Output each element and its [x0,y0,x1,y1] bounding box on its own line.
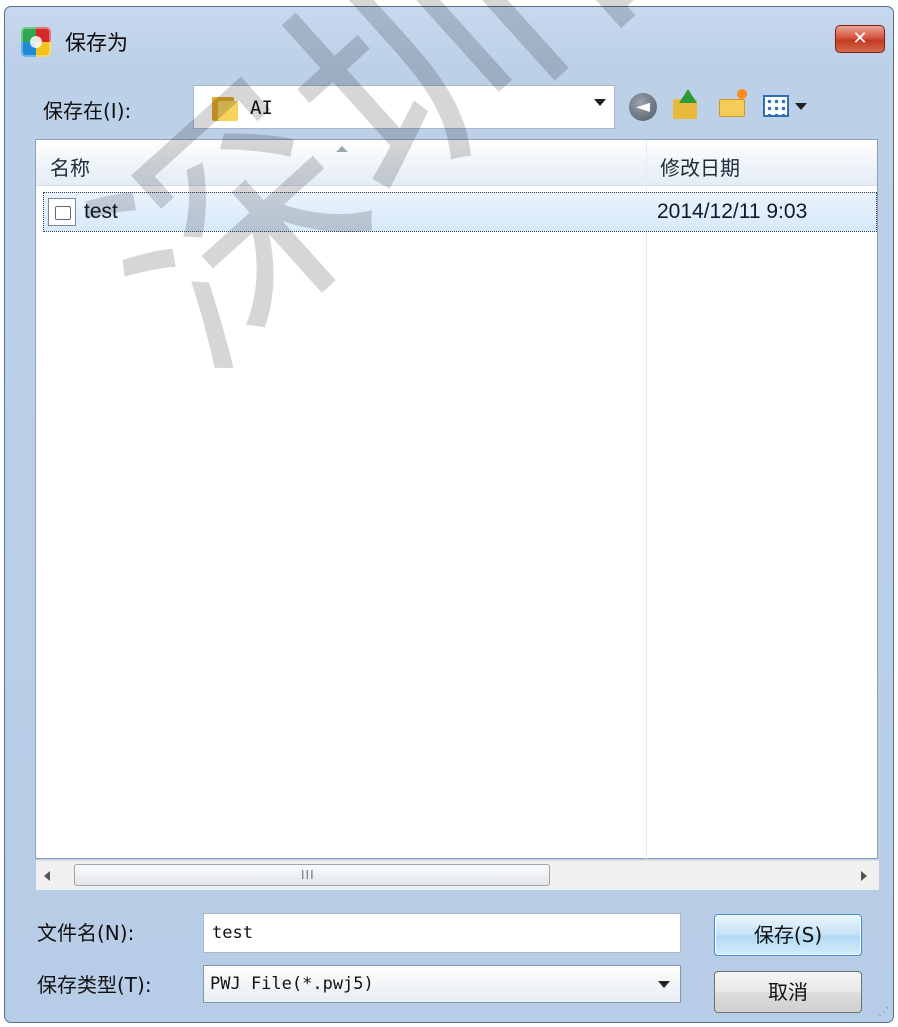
filename-label: 文件名(N): [37,921,135,945]
dialog-title: 保存为 [65,31,128,55]
file-list[interactable]: 名称 修改日期 test 2014/12/11 9:03 III [35,139,879,890]
save-as-dialog: 保存为 ✕ 保存在(I): AI ◄ 名称 修改日期 test 2014/12/… [4,6,894,1023]
new-folder-icon[interactable] [717,89,749,121]
save-in-value: AI [250,97,273,119]
view-menu-icon[interactable] [763,89,811,121]
filetype-select[interactable]: PWJ File(*.pwj5) [203,965,681,1003]
chevron-down-icon[interactable] [594,99,606,106]
scrollbar-thumb[interactable]: III [74,864,550,886]
save-in-label: 保存在(I): [43,99,132,123]
back-arrow-icon[interactable]: ◄ [629,93,657,121]
title-bar[interactable]: 保存为 ✕ [5,7,893,73]
scroll-left-icon[interactable] [44,871,50,881]
column-header-modified[interactable]: 修改日期 [660,152,740,181]
close-button[interactable]: ✕ [835,25,885,53]
filename-input[interactable]: test [203,913,681,953]
sort-ascending-icon [336,146,348,152]
column-header-name[interactable]: 名称 [50,152,90,181]
file-modified-date: 2014/12/11 9:03 [657,200,808,223]
file-row[interactable]: test 2014/12/11 9:03 [43,192,877,232]
filetype-value: PWJ File(*.pwj5) [210,974,374,994]
file-name: test [84,200,118,223]
scroll-grip: III [301,868,315,882]
cancel-button[interactable]: 取消 [714,971,862,1013]
resize-grip-icon[interactable]: ⋰ [878,1005,889,1018]
up-folder-icon[interactable] [671,89,703,121]
file-icon [48,198,76,226]
filetype-label: 保存类型(T): [37,973,152,997]
save-button[interactable]: 保存(S) [714,914,862,956]
save-in-combobox[interactable]: AI [193,85,615,129]
column-divider[interactable] [646,140,647,860]
scroll-right-icon[interactable] [861,871,867,881]
list-header: 名称 修改日期 [36,140,877,186]
folder-icon [212,95,238,121]
horizontal-scrollbar[interactable]: III [36,860,879,890]
app-logo-icon [21,27,51,57]
chevron-down-icon[interactable] [658,981,670,988]
